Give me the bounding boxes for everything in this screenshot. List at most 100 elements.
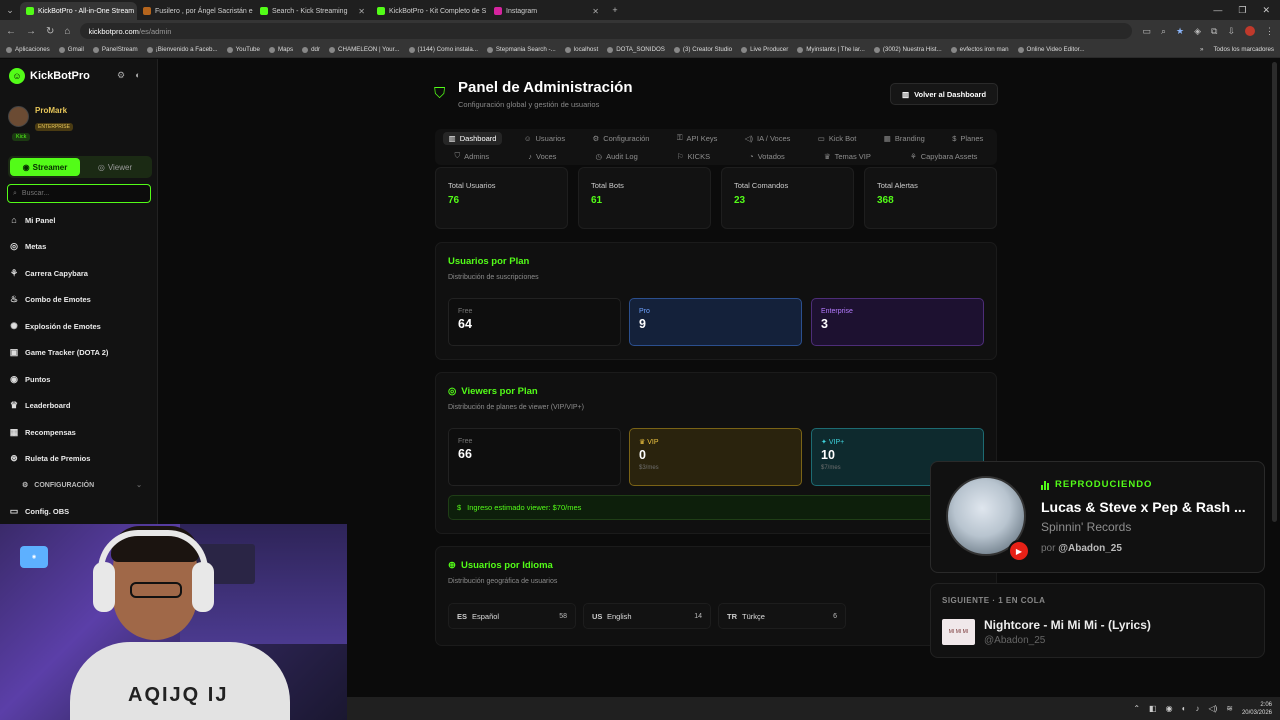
admin-tab[interactable]: ▭ Kick Bot [812, 132, 863, 145]
bookmark-item[interactable]: Maps [268, 46, 293, 53]
extensions-puzzle-icon[interactable]: ⧉ [1211, 26, 1217, 37]
all-bookmarks[interactable]: Todos los marcadores [1213, 46, 1274, 53]
url-path: /es/admin [138, 26, 172, 36]
admin-tab[interactable]: ⛉ Admins [449, 149, 496, 163]
sidebar-item[interactable]: ♨ Combo de Emotes [0, 287, 158, 314]
kick-favicon-icon [260, 7, 268, 15]
sidebar-item[interactable]: ✺ Explosión de Emotes [0, 313, 158, 340]
bookmark-star-icon[interactable]: ★ [1176, 26, 1184, 37]
admin-tab[interactable]: ⚿ API Keys [671, 131, 724, 145]
sidebar-item[interactable]: ⌂ Mi Panel [0, 207, 158, 234]
sidebar-item[interactable]: ◉ Puntos [0, 366, 158, 393]
tray-chevron-icon[interactable]: ⌃ [1133, 704, 1140, 713]
bookmark-item[interactable]: PanelStream [92, 46, 138, 53]
admin-tab[interactable]: ⚘ Capybara Assets [904, 150, 983, 163]
restore-icon[interactable]: ❐ [1238, 5, 1246, 16]
admin-tab[interactable]: ◁) IA / Voces [739, 132, 797, 145]
bookmark-item[interactable]: (3) Creator Studio [673, 46, 732, 53]
bookmark-item[interactable]: DOTA_SONIDOS [607, 46, 665, 53]
wifi-icon[interactable]: ≋ [1226, 704, 1233, 713]
sidebar-item[interactable]: ⊛ Ruleta de Premios [0, 446, 158, 473]
sidebar-item[interactable]: ◎ Metas [0, 234, 158, 261]
config-section-header[interactable]: ⚙ CONFIGURACIÓN ⌄ [0, 472, 158, 498]
browser-tab[interactable]: Instagram ✕ [488, 2, 605, 20]
bookmark-item[interactable]: Live Producer [741, 46, 788, 53]
download-icon[interactable]: ⇩ [1227, 26, 1235, 37]
eye-icon: ◎ [448, 386, 457, 397]
browser-tab[interactable]: Search - Kick Streaming ✕ [254, 2, 371, 20]
microphone-icon[interactable]: ♪ [1195, 704, 1199, 713]
search-input[interactable]: ⌕ Buscar... [7, 184, 151, 203]
close-tab-icon[interactable]: ✕ [358, 7, 365, 16]
bookmark-item[interactable]: Gmail [58, 46, 84, 53]
admin-tab[interactable]: ▥ Dashboard [442, 131, 503, 145]
home-icon[interactable]: ⌂ [64, 26, 70, 37]
viewer-mode-button[interactable]: ◎ Viewer [80, 158, 150, 176]
settings-icon[interactable]: ⚙ [117, 70, 125, 81]
new-tab-icon[interactable]: + [605, 0, 625, 20]
bookmark-item[interactable]: Online Video Editor... [1017, 46, 1085, 53]
admin-tab[interactable]: ◔ Votados [743, 150, 791, 163]
admin-tab[interactable]: ☺ Usuarios [518, 132, 571, 145]
bookmark-item[interactable]: (3002) Nuestra Hist... [873, 46, 942, 53]
page-scrollbar[interactable] [1272, 62, 1277, 522]
reload-icon[interactable]: ↻ [46, 26, 54, 37]
sidebar-item[interactable]: ♛ Leaderboard [0, 393, 158, 420]
admin-tab[interactable]: ▦ Branding [878, 132, 931, 145]
bookmark-item[interactable]: YouTube [226, 46, 260, 53]
admin-tab[interactable]: ◷ Audit Log [590, 150, 644, 163]
brand[interactable]: ☺ KickBotPro [9, 68, 90, 84]
bookmark-favicon-icon [950, 46, 957, 53]
browser-menu-icon[interactable]: ⋮ [1265, 26, 1274, 37]
browser-tab[interactable]: KickBotPro - Kit Completo de S✕ [371, 2, 488, 20]
bookmarks-more-icon[interactable]: » [1200, 46, 1203, 53]
admin-tab[interactable]: ⚐ KICKS [671, 150, 716, 163]
extension-icon[interactable]: ◈ [1194, 26, 1201, 37]
close-window-icon[interactable]: ✕ [1262, 5, 1270, 16]
volume-icon[interactable]: ◁) [1208, 704, 1217, 713]
bookmark-item[interactable]: localhost [564, 46, 598, 53]
url-field[interactable]: kickbotpro.com/es/admin [80, 23, 1133, 39]
bookmark-item[interactable]: CHAMELEON | Your... [329, 46, 400, 53]
tray-app-icon[interactable]: ◧ [1149, 704, 1157, 713]
tab-icon: ⛉ [454, 151, 461, 160]
sidebar-item-config-obs[interactable]: ▭ Config. OBS [0, 498, 158, 525]
admin-tab[interactable]: ♛ Temas VIP [818, 150, 877, 163]
bookmark-item[interactable]: Myinstants | The lar... [797, 46, 865, 53]
profile-avatar[interactable] [1245, 25, 1255, 36]
streamer-mode-button[interactable]: ◉ Streamer [10, 158, 80, 176]
tray-app-icon[interactable]: ◐ [1182, 704, 1187, 713]
cast-icon[interactable]: ▭ [1142, 26, 1151, 37]
clock[interactable]: 2:06 20/03/2026 [1242, 701, 1272, 717]
bookmark-favicon-icon [797, 46, 804, 53]
back-to-dashboard-button[interactable]: ▥ Volver al Dashboard [890, 83, 998, 105]
admin-tab[interactable]: ♪ Voces [522, 150, 562, 163]
mode-switch: ◉ Streamer ◎ Viewer [8, 156, 152, 178]
browser-tab[interactable]: KickBotPro - All-in-One Stream✕ [20, 2, 137, 20]
browser-tab[interactable]: Fusilero , por Ángel Sacristán e✕ [137, 2, 254, 20]
tray-app-icon[interactable]: ◉ [1166, 704, 1173, 713]
admin-tab[interactable]: ⚙ Configuración [586, 132, 655, 145]
back-icon[interactable]: ← [6, 26, 16, 37]
bookmarks-bar: Aplicaciones Gmail PanelStream ¡Bienvenido … [0, 42, 1280, 58]
bookmark-item[interactable]: ddr [302, 46, 320, 53]
sidebar-item[interactable]: ⚘ Carrera Capybara [0, 260, 158, 287]
bookmark-item[interactable]: Aplicaciones [6, 46, 50, 53]
user-profile[interactable]: ProMark ENTERPRISE [8, 106, 73, 133]
sidebar-item[interactable]: ▦ Recompensas [0, 419, 158, 446]
bookmark-item[interactable]: (1144) Como instala... [408, 46, 478, 53]
theme-toggle-icon[interactable]: ◐ [135, 70, 140, 81]
tab-menu-icon[interactable]: ⌄ [0, 0, 20, 20]
tab-icon: ♛ [823, 151, 831, 161]
minimize-icon[interactable]: — [1213, 5, 1222, 16]
bookmark-item[interactable]: ¡Bienvenido a Faceb... [146, 46, 218, 53]
forward-icon[interactable]: → [26, 26, 36, 37]
plan-label: Pro [639, 308, 650, 315]
admin-tab[interactable]: $ Planes [946, 132, 989, 145]
close-tab-icon[interactable]: ✕ [592, 7, 599, 16]
zoom-icon[interactable]: ⌕ [1161, 26, 1166, 37]
bookmark-item[interactable]: Stepmania Search -... [486, 46, 556, 53]
address-bar: ← → ↻ ⌂ kickbotpro.com/es/admin ▭ ⌕ ★ ◈ … [0, 20, 1280, 42]
sidebar-item[interactable]: ▣ Game Tracker (DOTA 2) [0, 340, 158, 367]
bookmark-item[interactable]: evfectos iron man [950, 46, 1009, 53]
